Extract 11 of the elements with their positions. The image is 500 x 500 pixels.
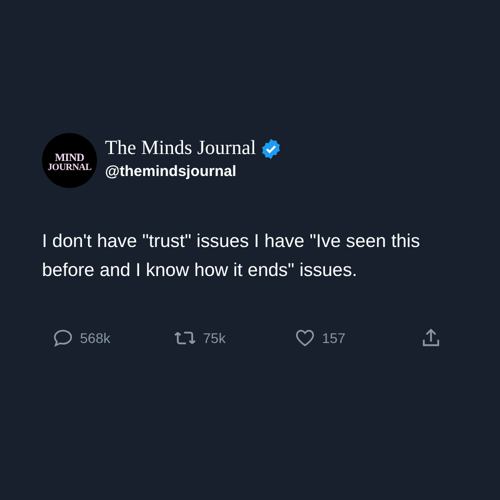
avatar-logo: MIND JOURNAL (42, 133, 97, 188)
account-handle: @themindsjournal (105, 163, 238, 180)
reply-button[interactable]: 568k (53, 329, 174, 347)
heart-icon (295, 329, 315, 347)
repost-icon (174, 329, 196, 347)
account-name: The Minds Journal (105, 137, 256, 160)
retweet-button[interactable]: 75k (174, 329, 295, 347)
post-text: I don't have "trust" issues I have "Ive seen this before and I know how it ends" issues. (42, 229, 422, 282)
speech-bubble-icon (53, 329, 73, 347)
share-icon (422, 328, 440, 348)
like-button[interactable]: 157 (295, 329, 422, 347)
